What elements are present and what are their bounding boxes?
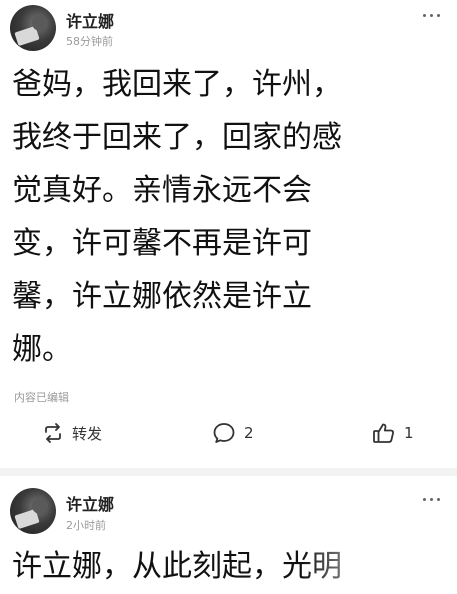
like-count: 1 <box>404 424 414 442</box>
thumbs-up-icon <box>373 423 394 443</box>
repost-label: 转发 <box>72 424 103 443</box>
repost-button[interactable]: 转发 <box>42 418 102 448</box>
avatar[interactable] <box>10 5 56 51</box>
post-text-line: 我终于回来了，回家的感 <box>12 120 342 155</box>
post-text-line: 觉真好。亲情永远不会 <box>12 173 312 208</box>
post-card[interactable]: 许立娜 2小时前 许立娜，从此刻起，光明 <box>0 476 457 594</box>
post-text: 许立娜，从此刻起，光明 <box>12 540 442 593</box>
post-card[interactable]: 许立娜 58分钟前 爸妈，我回来了，许州， 我终于回来了，回家的感 觉真好。亲情… <box>0 0 457 468</box>
more-horizontal-icon[interactable] <box>421 6 441 26</box>
post-text-line: 娜。 <box>12 332 72 367</box>
more-horizontal-icon[interactable] <box>421 490 441 510</box>
avatar[interactable] <box>10 488 56 534</box>
comment-button[interactable]: 2 <box>212 418 254 448</box>
post-time: 2小时前 <box>66 519 106 532</box>
comment-count: 2 <box>244 424 254 442</box>
repost-icon <box>45 423 61 443</box>
post-text-line: 爸妈，我回来了，许州， <box>12 67 342 102</box>
comment-icon <box>213 423 235 443</box>
user-name[interactable]: 许立娜 <box>66 8 114 32</box>
post-text-line: 馨，许立娜依然是许立 <box>12 279 312 314</box>
user-name[interactable]: 许立娜 <box>66 491 114 515</box>
edited-note: 内容已编辑 <box>14 391 69 404</box>
post-text-line: 变，许可馨不再是许可 <box>12 226 312 261</box>
like-button[interactable]: 1 <box>372 418 414 448</box>
post-text: 爸妈，我回来了，许州， 我终于回来了，回家的感 觉真好。亲情永远不会 变，许可馨… <box>12 58 442 376</box>
post-time: 58分钟前 <box>66 35 113 48</box>
text-fade-overlay <box>302 540 442 590</box>
